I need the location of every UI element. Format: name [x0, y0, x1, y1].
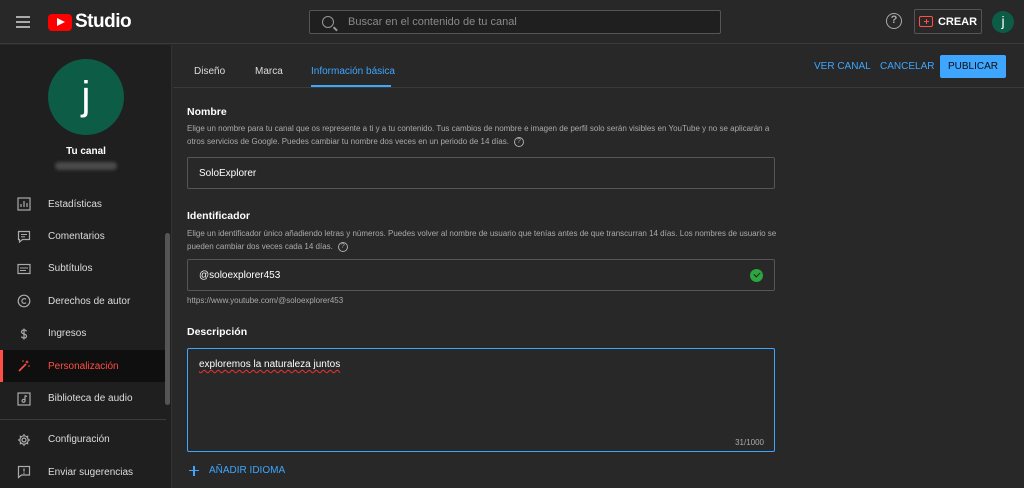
sidebar-item-ingresos[interactable]: Ingresos: [0, 318, 166, 350]
help-circle-icon[interactable]: ?: [337, 241, 348, 252]
sidebar-item-biblioteca-de-audio[interactable]: Biblioteca de audio: [0, 382, 166, 414]
help-circle-icon[interactable]: ?: [513, 136, 524, 147]
description-text[interactable]: exploremos la naturaleza juntos: [199, 359, 340, 370]
feedback-icon: [17, 465, 31, 480]
name-section-title: Nombre: [187, 106, 227, 118]
sidebar-item-label: Biblioteca de audio: [48, 393, 133, 405]
subtitles-icon: [17, 262, 31, 276]
sidebar-item-comentarios[interactable]: Comentarios: [0, 220, 166, 252]
sidebar-item-label: Estadísticas: [48, 198, 102, 210]
create-button[interactable]: CREAR: [914, 9, 982, 34]
add-language-button[interactable]: AÑADIR IDIOMA: [189, 465, 285, 476]
sidebar-item-label: Derechos de autor: [48, 295, 131, 307]
help-icon[interactable]: ?: [886, 13, 902, 29]
sidebar-nav: Estadísticas Comentarios Subtítulos Dere…: [0, 188, 166, 488]
channel-avatar[interactable]: j: [48, 59, 124, 135]
name-field[interactable]: [187, 157, 775, 189]
cancel-button[interactable]: CANCELAR: [880, 61, 934, 72]
sidebar-item-enviar-sugerencias[interactable]: Enviar sugerencias: [0, 456, 166, 488]
sidebar-item-label: Comentarios: [48, 231, 105, 243]
magic-wand-icon: [17, 359, 31, 373]
handle-description-text: Elige un identificador único añadiendo l…: [187, 229, 777, 251]
sidebar-item-label: Personalización: [48, 360, 119, 372]
name-description-text: Elige un nombre para tu canal que os rep…: [187, 124, 770, 146]
sidebar-item-label: Ingresos: [48, 328, 87, 340]
search-bar[interactable]: [309, 10, 721, 34]
channel-handle-blurred: [55, 162, 117, 170]
sidebar-item-configuracion[interactable]: Configuración: [0, 424, 166, 456]
youtube-play-icon: [48, 13, 72, 31]
youtube-studio-logo[interactable]: Studio: [48, 11, 132, 33]
main-content: Diseño Marca Información básica VER CANA…: [173, 45, 1024, 488]
copyright-icon: [17, 294, 31, 308]
handle-section-title: Identificador: [187, 210, 251, 222]
description-section-title: Descripción: [187, 326, 248, 338]
tab-informacion-basica[interactable]: Información básica: [311, 66, 395, 77]
sidebar-item-label: Configuración: [48, 434, 110, 446]
account-avatar[interactable]: j: [992, 11, 1014, 33]
check-circle-icon: [750, 269, 763, 282]
dollar-icon: [17, 327, 31, 341]
publish-button[interactable]: PUBLICAR: [940, 55, 1006, 78]
top-bar: Studio ? CREAR j: [0, 0, 1024, 44]
create-label: CREAR: [937, 15, 978, 28]
sidebar-item-label: Enviar sugerencias: [48, 466, 134, 478]
sidebar-divider: [0, 418, 166, 420]
tab-marca[interactable]: Marca: [255, 66, 283, 77]
sidebar-scrollbar[interactable]: [165, 233, 170, 405]
plus-icon: [189, 465, 199, 476]
comment-icon: [17, 230, 31, 244]
tab-bar: Diseño Marca Información básica VER CANA…: [173, 45, 1024, 88]
audio-library-icon: [17, 391, 31, 406]
active-tab-indicator: [311, 85, 391, 87]
chart-icon: [17, 197, 31, 211]
search-icon: [322, 16, 334, 28]
handle-input[interactable]: [188, 260, 774, 290]
search-input[interactable]: [348, 16, 720, 28]
tab-diseno[interactable]: Diseño: [194, 66, 225, 77]
add-language-label: AÑADIR IDIOMA: [209, 465, 286, 476]
sidebar-item-subtitulos[interactable]: Subtítulos: [0, 253, 166, 285]
sidebar: j Tu canal Estadísticas Comentarios Subt…: [0, 45, 172, 488]
description-textarea[interactable]: exploremos la naturaleza juntos 31/1000: [187, 348, 775, 452]
channel-url: https://www.youtube.com/@soloexplorer453: [187, 296, 344, 305]
handle-section-description: Elige un identificador único añadiendo l…: [187, 227, 777, 253]
channel-label: Tu canal: [66, 146, 106, 157]
view-channel-link[interactable]: VER CANAL: [814, 61, 871, 72]
sidebar-item-label: Subtítulos: [48, 263, 93, 275]
name-section-description: Elige un nombre para tu canal que os rep…: [187, 122, 777, 148]
sidebar-item-personalizacion[interactable]: Personalización: [0, 349, 166, 383]
sidebar-item-estadisticas[interactable]: Estadísticas: [0, 188, 166, 220]
hamburger-menu-icon[interactable]: [14, 12, 34, 32]
logo-text: Studio: [75, 11, 132, 32]
gear-icon: [17, 433, 31, 447]
character-counter: 31/1000: [735, 438, 764, 447]
name-input[interactable]: [188, 158, 774, 188]
sidebar-item-derechos-de-autor[interactable]: Derechos de autor: [0, 285, 166, 317]
handle-field[interactable]: [187, 259, 775, 291]
create-video-icon: [918, 16, 933, 27]
